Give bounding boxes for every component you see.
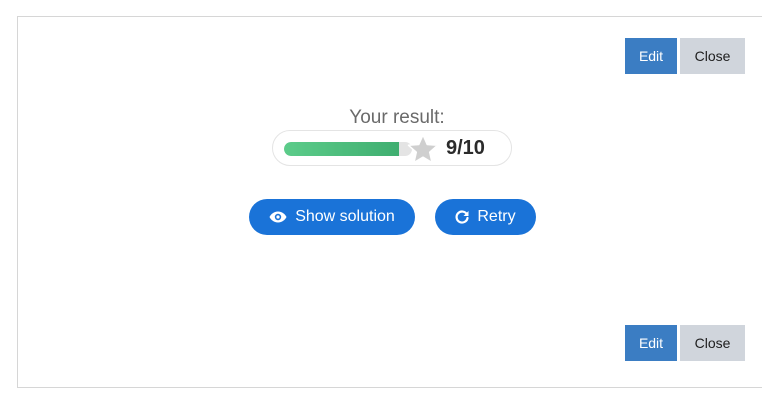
edit-button-top[interactable]: Edit	[625, 38, 677, 74]
top-action-bar: Edit Close	[625, 38, 745, 74]
score-text: 9/10	[446, 137, 485, 159]
close-button-bottom[interactable]: Close	[680, 325, 745, 361]
score-progress-bar	[284, 142, 412, 156]
retry-button[interactable]: Retry	[435, 199, 536, 235]
result-label: Your result:	[349, 107, 445, 128]
refresh-icon	[455, 210, 469, 224]
bottom-action-bar: Edit Close	[625, 325, 745, 361]
edit-button-bottom[interactable]: Edit	[625, 325, 677, 361]
result-score-box: 9/10	[272, 130, 512, 166]
eye-icon	[269, 211, 287, 223]
retry-label: Retry	[477, 208, 516, 225]
score-progress-fill	[284, 142, 400, 156]
show-solution-button[interactable]: Show solution	[249, 199, 415, 235]
close-button-top[interactable]: Close	[680, 38, 745, 74]
star-icon	[407, 134, 439, 164]
show-solution-label: Show solution	[295, 208, 395, 225]
content-frame: Edit Close Your result: 9/10 Show soluti…	[17, 16, 762, 388]
